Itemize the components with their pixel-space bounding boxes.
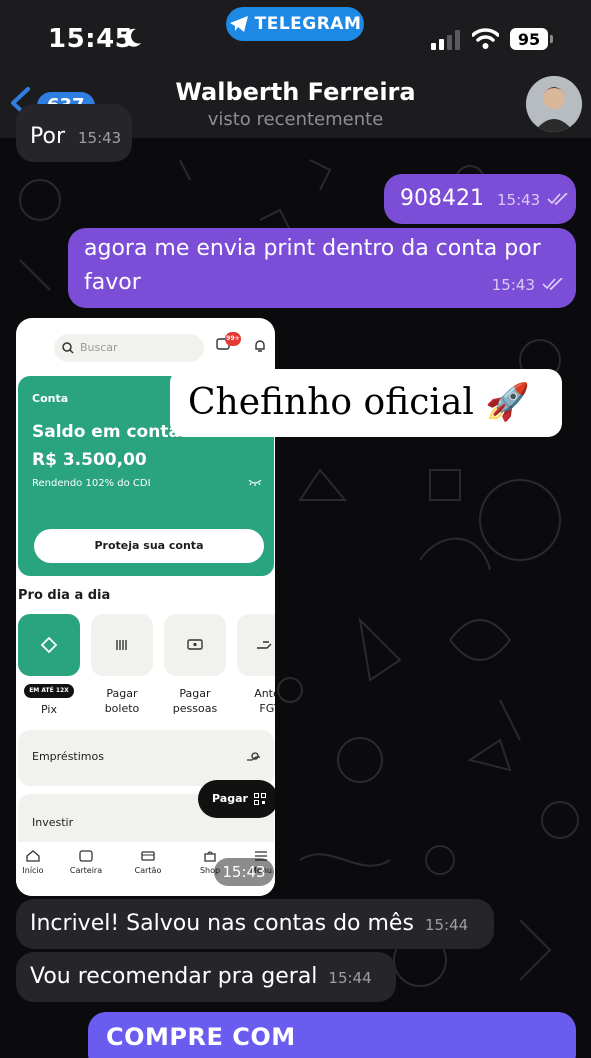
- photo-caption-sticker: Chefinho oficial 🚀: [170, 369, 562, 437]
- avatar[interactable]: [526, 76, 582, 132]
- send-icon: [229, 16, 248, 32]
- tile-pagar-pessoas: [164, 614, 226, 676]
- buy-button[interactable]: COMPRE COM: [88, 1012, 576, 1058]
- message-outgoing[interactable]: 908421 15:43: [384, 174, 576, 224]
- section-title: Pro dia a dia: [18, 588, 111, 603]
- pay-button: Pagar: [198, 780, 275, 818]
- tile-fgts: [237, 614, 275, 676]
- yield-text: Rendendo 102% do CDI: [32, 478, 151, 489]
- tile-label: Pagar boleto: [104, 687, 140, 715]
- hand-money-icon: [247, 752, 260, 761]
- fgts-icon: [257, 641, 272, 649]
- nav-label: Cartão: [134, 866, 162, 875]
- protect-account-button: Proteja sua conta: [34, 529, 264, 563]
- tile-label: Antec FGT: [254, 687, 275, 715]
- invest-label: Investir: [32, 816, 74, 829]
- message-incoming[interactable]: Por 15:43: [16, 104, 132, 162]
- bell-icon: [255, 340, 265, 352]
- pix-icon: [40, 636, 58, 654]
- message-text: Vou recomendar pra geral: [30, 964, 318, 989]
- home-icon: [26, 850, 40, 862]
- message-incoming[interactable]: Incrivel! Salvou nas contas do mês 15:44: [16, 899, 494, 949]
- message-time: 15:43: [496, 191, 541, 209]
- nav-label: Início: [22, 866, 44, 875]
- nav-carteira: Carteira: [66, 850, 106, 875]
- telegram-pill[interactable]: TELEGRAM: [226, 7, 364, 41]
- nav-cartao: Cartão: [128, 850, 168, 875]
- nav-label: Carteira: [69, 866, 103, 875]
- qr-icon: [254, 793, 266, 805]
- chat-title[interactable]: Walberth Ferreira: [0, 78, 591, 106]
- balance-title: Saldo em conta: [32, 422, 180, 442]
- message-time: 15:44: [328, 969, 372, 987]
- tile-label: Pagar pessoas: [172, 687, 218, 715]
- message-time: 15:43: [491, 276, 535, 294]
- message-text: agora me envia print dentro da conta por…: [84, 236, 541, 295]
- message-text: Incrivel! Salvou nas contas do mês: [30, 911, 414, 936]
- message-time: 15:43: [78, 129, 122, 147]
- telegram-pill-label: TELEGRAM: [254, 14, 362, 34]
- double-check-icon: [547, 192, 568, 206]
- loans-row: Empréstimos: [18, 730, 274, 786]
- message-outgoing[interactable]: agora me envia print dentro da conta por…: [68, 228, 576, 308]
- tile-pix: [18, 614, 80, 676]
- moon-icon: [124, 28, 141, 47]
- message-incoming[interactable]: Vou recomendar pra geral 15:44: [16, 952, 396, 1002]
- avatar-photo: [526, 76, 582, 132]
- search-placeholder: Buscar: [80, 341, 118, 354]
- wifi-icon: [472, 28, 499, 49]
- status-bar: 15:45 TELEGRAM 95: [0, 0, 591, 70]
- notification-badge: 99+: [225, 332, 241, 346]
- tile-label: Pix: [41, 703, 57, 716]
- bag-icon: [204, 851, 216, 862]
- search-input: Buscar: [54, 334, 204, 362]
- message-text: Por: [30, 124, 65, 149]
- balance-value: R$ 3.500,00: [32, 450, 147, 470]
- nav-inicio: Início: [16, 850, 53, 875]
- tile-boleto: [91, 614, 153, 676]
- search-icon: [62, 342, 74, 354]
- barcode-icon: [116, 640, 127, 650]
- account-label: Conta: [32, 392, 69, 405]
- card-icon: [141, 851, 155, 861]
- clock: 15:45: [48, 24, 134, 54]
- signal-icon: [431, 30, 460, 50]
- message-time: 15:44: [424, 916, 469, 934]
- installments-badge: EM ATÉ 12X: [24, 684, 74, 698]
- pay-button-label: Pagar: [212, 792, 248, 805]
- loans-label: Empréstimos: [32, 750, 104, 763]
- eye-closed-icon: [248, 479, 262, 486]
- wallet-icon: [79, 850, 93, 862]
- message-time: 15:43: [214, 858, 274, 886]
- transfer-icon: [187, 639, 203, 650]
- message-meta: 15:43: [492, 267, 564, 302]
- battery-indicator: 95: [510, 28, 553, 50]
- double-check-icon: [542, 277, 563, 291]
- message-text: 908421: [400, 186, 484, 211]
